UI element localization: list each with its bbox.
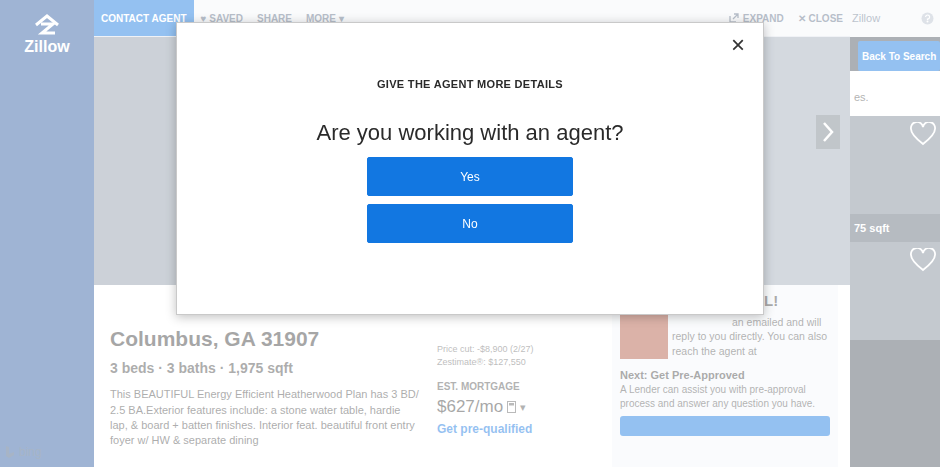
- answer-buttons: Yes No: [367, 157, 573, 243]
- answer-button[interactable]: Yes: [367, 157, 573, 196]
- dialog-kicker: GIVE THE AGENT MORE DETAILS: [377, 77, 563, 91]
- answer-button[interactable]: No: [367, 204, 573, 243]
- close-button[interactable]: ×: [725, 31, 751, 59]
- dialog-layer: × GIVE THE AGENT MORE DETAILS Are you work…: [0, 0, 940, 467]
- agent-dialog: × GIVE THE AGENT MORE DETAILS Are you work…: [176, 22, 764, 315]
- dialog-question: Are you working with an agent?: [317, 119, 624, 147]
